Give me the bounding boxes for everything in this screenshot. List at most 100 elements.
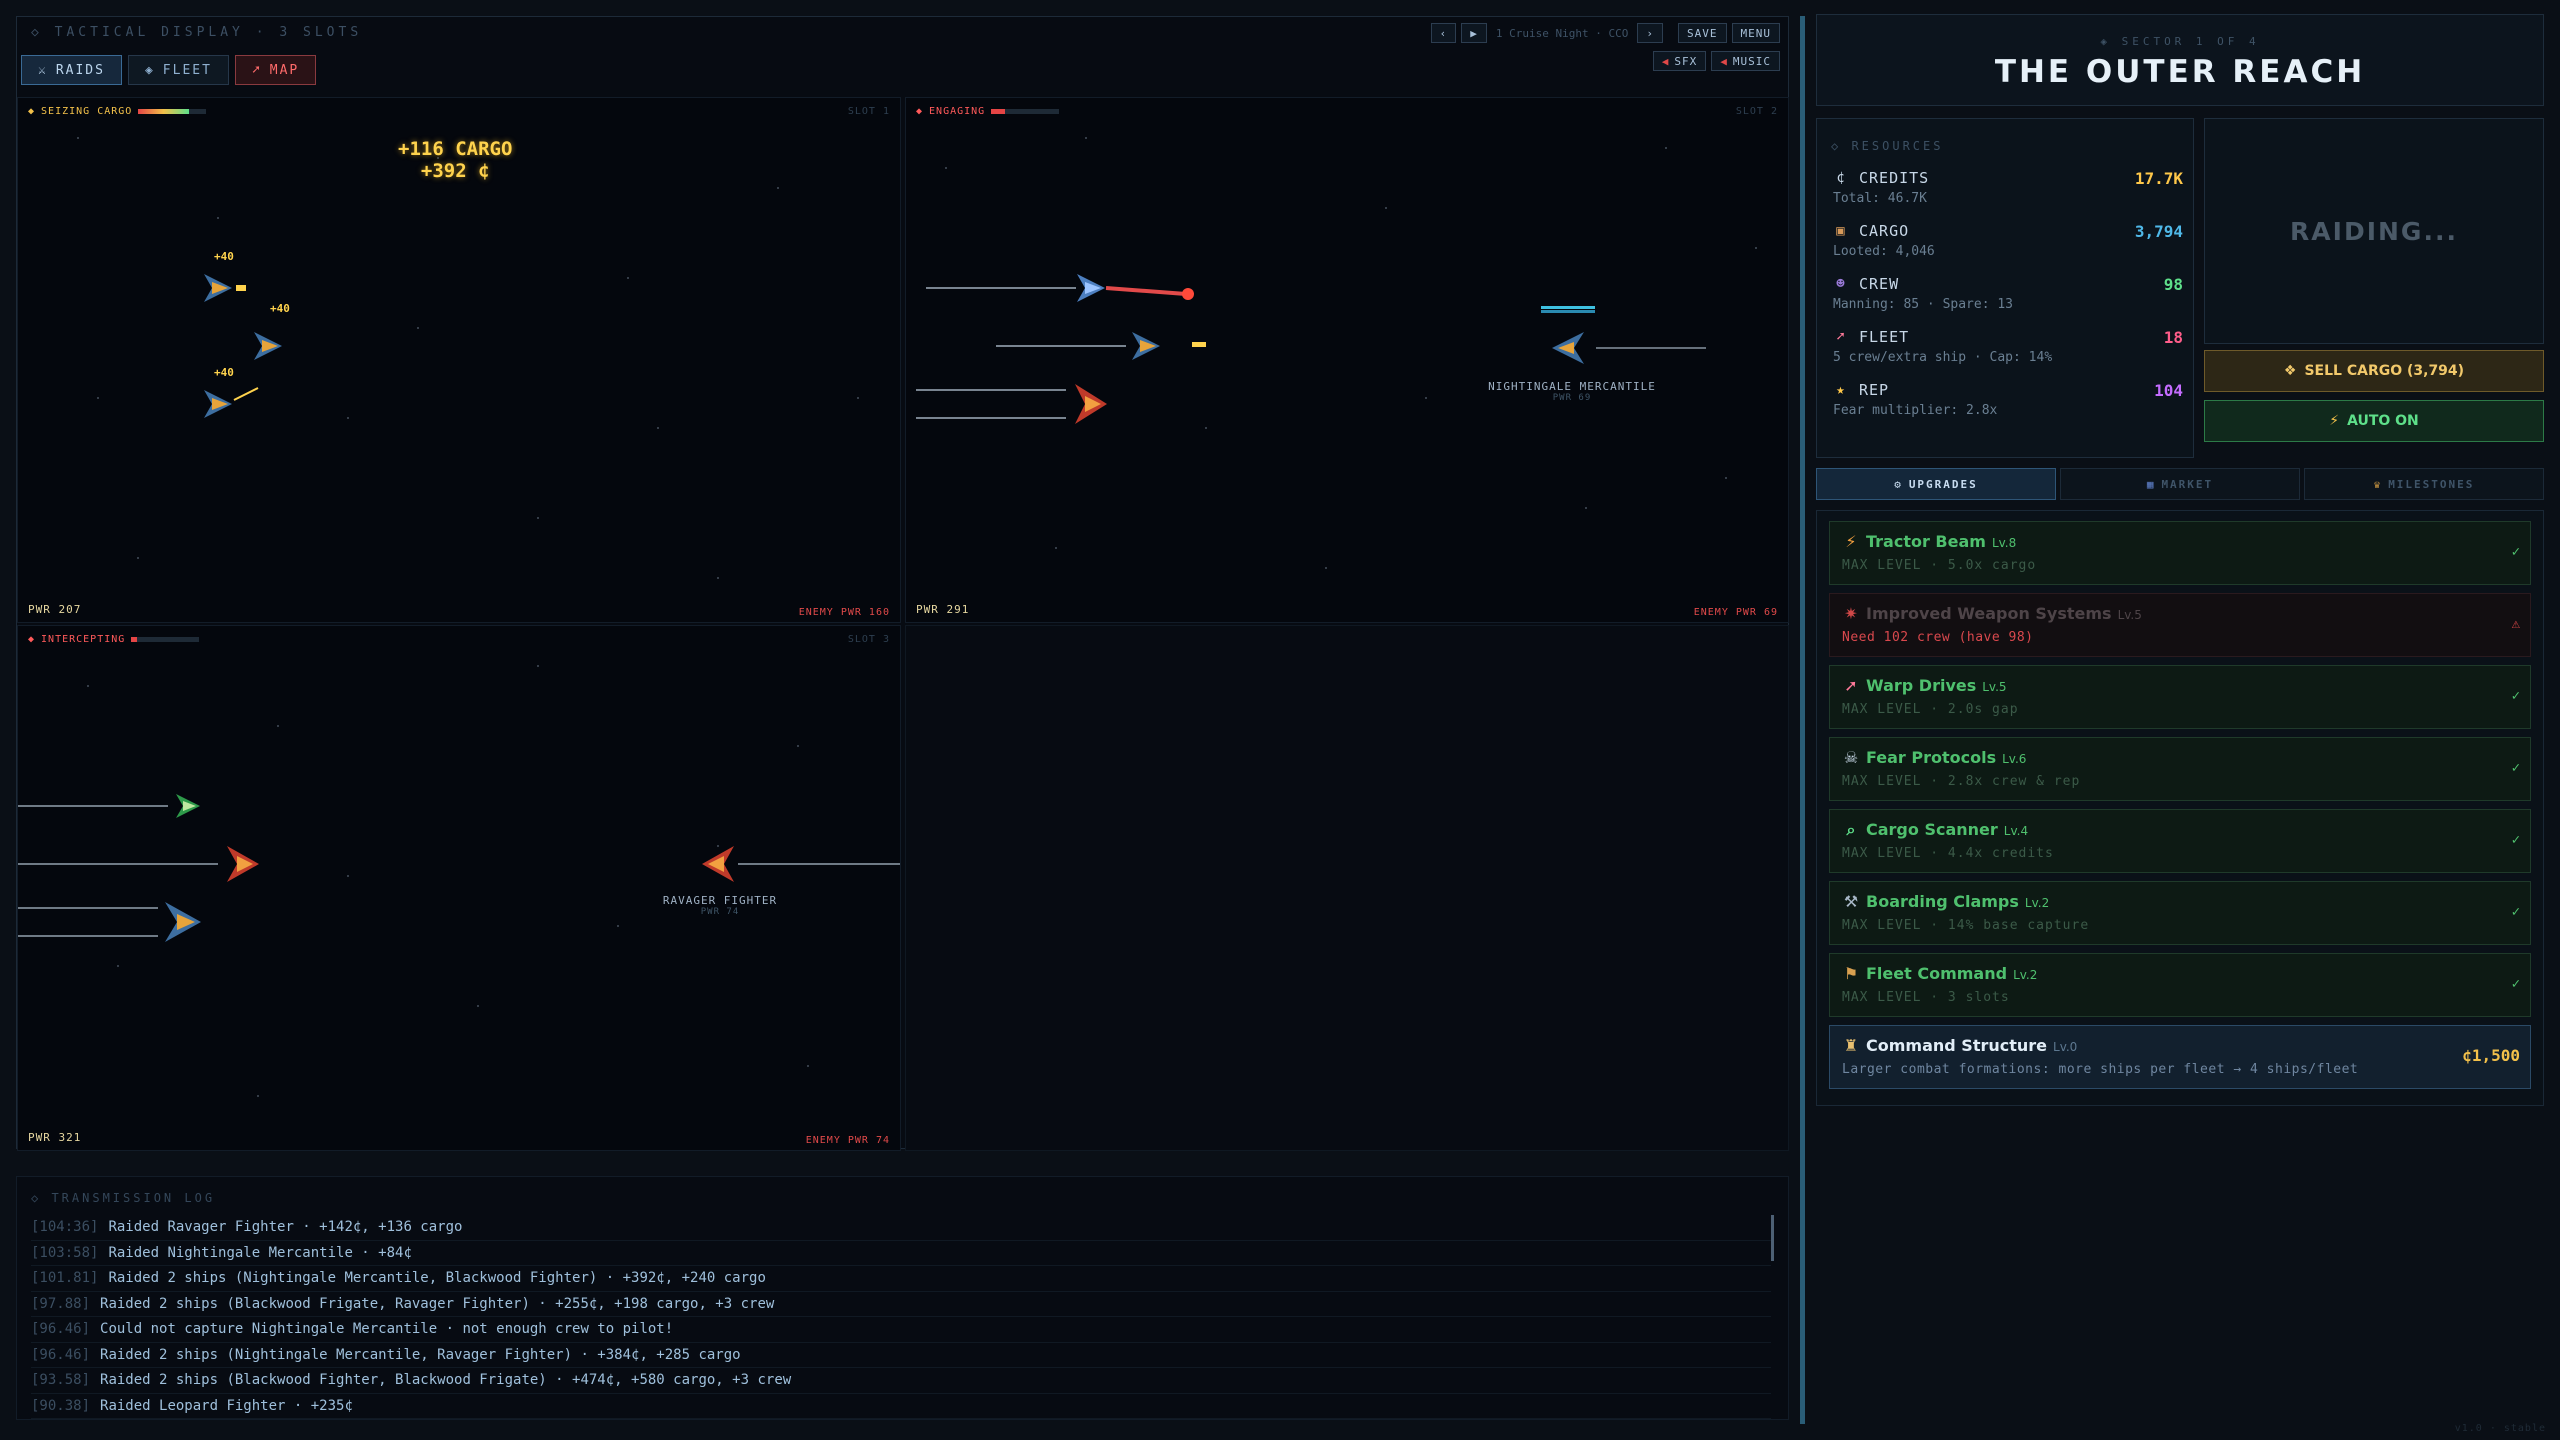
upgrade-desc: Larger combat formations: more ships per… [1842,1062,2359,1077]
tab-upgrades-label: UPGRADES [1908,477,1978,491]
explosion-icon: ✷ [1844,604,1858,623]
upgrade-level: Lv.2 [2013,968,2038,982]
tab-market[interactable]: ▦ MARKET [2060,468,2300,500]
log-entry: [103:58] Raided Nightingale Mercantile · … [31,1241,1771,1266]
speed-up-button[interactable]: › [1637,23,1663,43]
panel-divider[interactable] [1800,16,1805,1424]
tab-upgrades[interactable]: ⚙ UPGRADES [1816,468,2056,500]
log-list: [104:36] Raided Ravager Fighter · +142¢, … [31,1215,1771,1419]
loot-credits-text: +392 ¢ [420,160,490,182]
upgrade-desc: MAX LEVEL · 4.4x credits [1842,846,2054,861]
upgrade-fleet-command[interactable]: ⚑ Fleet Command Lv.2 MAX LEVEL · 3 slots ✓ [1829,953,2531,1017]
log-text: Raided 2 ships (Blackwood Fighter, Black… [100,1372,792,1389]
upgrades-list: ⚡ Tractor Beam Lv.8 MAX LEVEL · 5.0x cargo… [1816,510,2544,1106]
resource-sub: Looted: 4,046 [1833,244,1935,259]
log-entry: [96.46] Could not capture Nightingale Mer… [31,1317,1771,1343]
trophy-icon: ♛ [2373,477,2383,491]
menu-button[interactable]: MENU [1731,23,1780,43]
log-time: [93.58] [31,1372,91,1389]
tower-icon: ♜ [1843,1036,1859,1055]
upgrade-cargo-scanner[interactable]: ⌕ Cargo Scanner Lv.4 MAX LEVEL · 4.4x cred… [1829,809,2531,873]
transmission-log: ◇ TRANSMISSION LOG [104:36] Raided Ravage… [16,1176,1789,1420]
tab-fleet[interactable]: ◈ FLEET [127,55,229,85]
raid-slot-2: ◆ ENGAGING SLOT 2 NIGHTINGALE MERCANTILE… [905,97,1789,623]
tab-map[interactable]: ➚ MAP [234,55,317,85]
log-entry: [90.38] Raided Leopard Fighter · +235¢ [31,1394,1771,1419]
flag-icon: ⚑ [1843,964,1859,983]
resource-value: 98 [2163,275,2183,294]
tab-milestones[interactable]: ♛ MILESTONES [2304,468,2544,500]
log-time: [96.46] [31,1346,91,1363]
star-icon: ★ [1836,382,1846,398]
log-time: [90.38] [31,1397,91,1414]
tab-milestones-label: MILESTONES [2388,477,2475,491]
resource-value: 18 [2163,328,2183,347]
upgrade-desc: Need 102 crew (have 98) [1842,630,2034,645]
log-time: [97.88] [31,1295,91,1312]
raid-status-box: RAIDING... [2204,118,2544,344]
sfx-label: SFX [1674,54,1698,68]
crew-icon: ☻ [1836,276,1846,292]
resource-sub: Manning: 85 · Spare: 13 [1833,297,2014,312]
upgrade-desc: MAX LEVEL · 14% base capture [1842,918,2090,933]
upgrade-desc: MAX LEVEL · 2.0s gap [1842,702,2019,717]
music-button[interactable]: ◀ MUSIC [1711,51,1780,71]
upgrade-desc: MAX LEVEL · 5.0x cargo [1842,558,2037,573]
slot-status: ◆ SEIZING CARGO [28,106,207,117]
enemy-ship [1552,332,1584,364]
log-text: Raided Leopard Fighter · +235¢ [100,1397,353,1414]
empty-slot [905,625,1789,1151]
save-button[interactable]: SAVE [1678,23,1727,43]
slot-status-label: ENGAGING [929,106,986,117]
view-tabs: ⚔ RAIDS ◈ FLEET ➚ MAP [21,55,317,85]
sell-cargo-button[interactable]: ❖ SELL CARGO (3,794) [2204,350,2544,392]
player-ship [254,332,282,360]
upgrade-fear-protocols[interactable]: ☠ Fear Protocols Lv.6 MAX LEVEL · 2.8x cre… [1829,737,2531,801]
resource-sub: Total: 46.7K [1833,191,1927,206]
cargo-box-icon: ▣ [1836,223,1846,239]
music-label: MUSIC [1732,54,1771,68]
slot-3-space-scene [18,665,900,1097]
upgrade-improved-weapon-systems[interactable]: ✷ Improved Weapon Systems Lv.5 Need 102 cr… [1829,593,2531,657]
upgrade-name: Improved Weapon Systems [1866,604,2112,623]
upgrade-level: Lv.2 [2024,896,2050,910]
enemy-ship [702,846,734,882]
speaker-icon: ◀ [1661,54,1670,68]
status-dot-icon: ◆ [28,634,36,645]
tab-raids-label: RAIDS [55,62,105,78]
log-scrollbar[interactable] [1771,1215,1774,1261]
tab-market-label: MARKET [2161,477,2214,491]
target-name: RAVAGER FIGHTER [662,894,778,907]
check-icon: ✓ [2511,760,2520,776]
upgrade-name: Tractor Beam [1866,532,1986,551]
check-icon: ✓ [2511,832,2520,848]
resource-sub: 5 crew/extra ship · Cap: 14% [1833,350,2053,365]
play-button[interactable]: ▶ [1461,23,1487,43]
upgrade-command-structure[interactable]: ♜ Command Structure Lv.0 Larger combat for… [1829,1025,2531,1089]
upgrade-warp-drives[interactable]: ➚ Warp Drives Lv.5 MAX LEVEL · 2.0s gap ✓ [1829,665,2531,729]
log-text: Raided 2 ships (Nightingale Mercantile, … [108,1270,766,1287]
scanner-icon: ⌕ [1846,820,1856,839]
upgrade-name: Fear Protocols [1866,748,1997,767]
slot-progress-bar [991,109,1060,114]
crossed-swords-icon: ⚔ [38,62,48,78]
check-icon: ✓ [2511,688,2520,704]
player-ship [204,387,259,418]
log-title: ◇ TRANSMISSION LOG [31,1191,216,1205]
sfx-button[interactable]: ◀ SFX [1652,51,1707,71]
diamond-icon: ◈ [144,62,155,78]
upgrade-name: Fleet Command [1866,964,2008,983]
status-dot-icon: ◆ [916,106,924,117]
auto-raid-toggle[interactable]: ⚡ AUTO ON [2204,400,2544,442]
slot-number: SLOT 1 [847,106,890,117]
player-ship [1075,384,1107,424]
audio-controls: ◀ SFX ◀ MUSIC [1652,51,1780,71]
player-ship [1077,274,1105,302]
upgrade-boarding-clamps[interactable]: ⚒ Boarding Clamps Lv.2 MAX LEVEL · 14% bas… [1829,881,2531,945]
tab-raids[interactable]: ⚔ RAIDS [21,55,122,85]
speed-down-button[interactable]: ‹ [1430,23,1457,43]
upgrade-tractor-beam[interactable]: ⚡ Tractor Beam Lv.8 MAX LEVEL · 5.0x cargo… [1829,521,2531,585]
slot-status: ◆ INTERCEPTING [28,634,200,645]
enemy-power: ENEMY PWR 69 [1693,607,1778,618]
fleet-power: PWR 321 [28,1131,82,1144]
